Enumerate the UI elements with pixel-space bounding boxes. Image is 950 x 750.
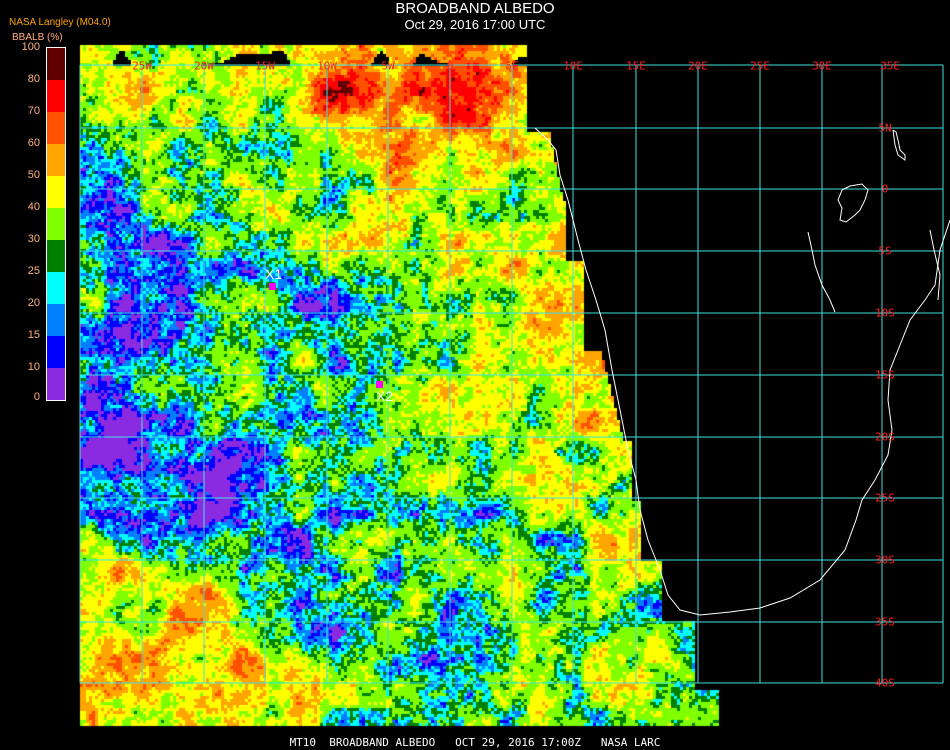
grid-coordinate-label: 10W	[317, 59, 337, 73]
color-scale-segment	[47, 240, 65, 272]
grid-coordinate-label: 25S	[875, 491, 895, 505]
lake-victoria-coastline	[837, 183, 869, 223]
organization-label: NASA Langley (M04.0)	[9, 17, 111, 28]
color-scale-tick-label: 30	[27, 233, 40, 245]
grid-coordinate-label: 15E	[626, 59, 646, 73]
marker-x1-label: X1	[265, 266, 283, 282]
color-scale-tick-label: 100	[21, 41, 40, 53]
color-scale-tick-label: 80	[27, 73, 40, 85]
grid-coordinate-label: 15W	[255, 59, 275, 73]
color-scale-tick-label: 70	[27, 105, 40, 117]
grid-coordinate-label: 20W	[194, 59, 214, 73]
grid-coordinate-label: 30E	[812, 59, 832, 73]
color-scale-tick-label: 25	[27, 265, 40, 277]
lake-coastline	[892, 129, 906, 161]
grid-coordinate-label: 20S	[875, 430, 895, 444]
grid-coordinate-label: 10S	[875, 306, 895, 320]
color-scale-tick-label: 10	[27, 361, 40, 373]
grid-coordinate-label: 5N	[878, 121, 892, 135]
color-scale-tick-label: 0	[33, 391, 40, 403]
color-scale-tick-label: 15	[27, 329, 40, 341]
color-scale-segment	[47, 336, 65, 368]
grid-coordinate-label: 20E	[688, 59, 708, 73]
color-scale-segment	[47, 272, 65, 304]
grid-coordinate-label: 5E	[505, 59, 519, 73]
color-scale-segment	[47, 176, 65, 208]
grid-coordinate-label: 35E	[880, 59, 900, 73]
grid-coordinate-label: 5W	[381, 59, 395, 73]
grid-coordinate-label: 30S	[875, 553, 895, 567]
color-scale-segment	[47, 304, 65, 336]
map-overlay	[79, 64, 950, 684]
grid-coordinate-label: 25E	[750, 59, 770, 73]
grid-coordinate-label: 10E	[563, 59, 583, 73]
color-scale-tick-label: 40	[27, 201, 40, 213]
grid-coordinate-label: 40S	[875, 676, 895, 690]
color-scale-segment	[47, 144, 65, 176]
marker-x2-point	[376, 381, 383, 388]
grid-coordinate-label: 0	[446, 59, 454, 73]
chart-title: BROADBAND ALBEDO	[395, 0, 555, 17]
grid-coordinate-label: 5S	[878, 244, 892, 258]
marker-x1-point	[269, 283, 276, 290]
color-scale-bar	[46, 47, 66, 401]
chart-timestamp: Oct 29, 2016 17:00 UTC	[404, 17, 546, 32]
color-scale-segment	[47, 208, 65, 240]
color-scale-tick-label: 60	[27, 137, 40, 149]
lat-lon-grid	[79, 64, 944, 684]
grid-coordinate-label: 0	[881, 182, 889, 196]
footer-caption: MT10 BROADBAND ALBEDO OCT 29, 2016 17:00…	[289, 736, 661, 749]
marker-x2-label: X2	[376, 388, 394, 404]
grid-coordinate-label: 25W	[132, 59, 152, 73]
grid-coordinate-label: 15S	[875, 368, 895, 382]
grid-coordinate-label: 35S	[875, 615, 895, 629]
color-scale-segment	[47, 80, 65, 112]
color-scale-segment	[47, 368, 65, 400]
color-scale-tick-label: 20	[27, 297, 40, 309]
color-scale-segment	[47, 112, 65, 144]
color-scale-tick-label: 50	[27, 169, 40, 181]
color-scale-segment	[47, 48, 65, 80]
